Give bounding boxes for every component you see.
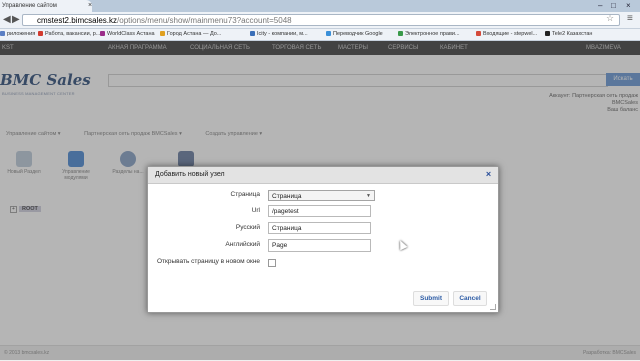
favicon-icon (398, 31, 403, 36)
dropdown-arrow-icon: ▼ (366, 193, 371, 199)
page-type-label: Страница (230, 191, 260, 198)
address-toolbar: ◀ ▶ cmstest2.bimcsales.kz/options/menu/s… (0, 12, 640, 29)
favicon-icon (38, 31, 43, 36)
cancel-button[interactable]: Cancel (453, 291, 487, 306)
favicon-icon (326, 31, 331, 36)
maximize-icon[interactable]: □ (611, 0, 616, 12)
bookmark-item[interactable]: Входящие - stepwel... (476, 29, 537, 40)
mail-icon (476, 31, 481, 36)
url-path: /options/menu/show/mainmenu73?account=50… (117, 16, 292, 25)
new-window-checkbox[interactable] (268, 259, 276, 267)
russian-label: Русский (235, 224, 260, 231)
favicon-icon (250, 31, 255, 36)
dialog-header: Добавить новый узел × (148, 167, 498, 184)
add-node-dialog: Добавить новый узел × Страница Страница … (147, 166, 499, 313)
favicon-icon (160, 31, 165, 36)
tab-title: Управление сайтом (2, 3, 57, 9)
submit-button[interactable]: Submit (413, 291, 449, 306)
bookmark-item[interactable]: Переводчик Google (326, 29, 383, 40)
new-window-label: Открывать страницу в новом окне (157, 258, 261, 265)
tab-strip: Управление сайтом × – □ × (0, 0, 640, 12)
apps-icon (0, 31, 5, 36)
close-icon[interactable]: × (484, 170, 493, 179)
page-type-value: Страница (272, 193, 302, 200)
russian-title-input[interactable]: Страница (268, 222, 371, 234)
address-bar[interactable]: cmstest2.bimcsales.kz/options/menu/show/… (22, 14, 620, 26)
url-domain: cmstest2.bimcsales.kz (37, 16, 118, 25)
url-label: Url (251, 207, 260, 214)
favicon-icon (545, 31, 550, 36)
bookmarks-bar: риложения Работа, вакансии, р... WorldCl… (0, 29, 640, 41)
forward-icon[interactable]: ▶ (12, 13, 20, 27)
resize-grip-icon[interactable] (490, 304, 496, 310)
bookmark-star-icon[interactable]: ☆ (606, 13, 614, 24)
tab-close-icon[interactable]: × (88, 0, 92, 12)
english-label: Английский (225, 241, 260, 248)
bookmark-item[interactable]: Работа, вакансии, р... (38, 29, 100, 40)
dialog-title: Добавить новый узел (155, 171, 225, 178)
english-title-input[interactable]: Page (268, 239, 371, 252)
bookmark-item[interactable]: Город Астана — Дo... (160, 29, 221, 40)
close-window-icon[interactable]: × (626, 0, 631, 12)
bookmark-item[interactable]: WorldClass Астана (100, 29, 155, 40)
browser-tab[interactable]: Управление сайтом × (0, 0, 92, 12)
wrench-icon[interactable]: ≡ (627, 13, 633, 24)
bookmark-item[interactable]: Tele2 Казахстан (545, 29, 592, 40)
url-input[interactable]: /pagetest (268, 205, 371, 217)
page-type-select[interactable]: Страница ▼ (268, 190, 375, 201)
back-icon[interactable]: ◀ (3, 13, 11, 27)
bookmark-item[interactable]: Электронное прави... (398, 29, 460, 40)
bookmark-item[interactable]: риложения (0, 29, 35, 40)
bookmark-item[interactable]: Icity - компании, м... (250, 29, 308, 40)
minimize-icon[interactable]: – (598, 0, 602, 12)
favicon-icon (100, 31, 105, 36)
